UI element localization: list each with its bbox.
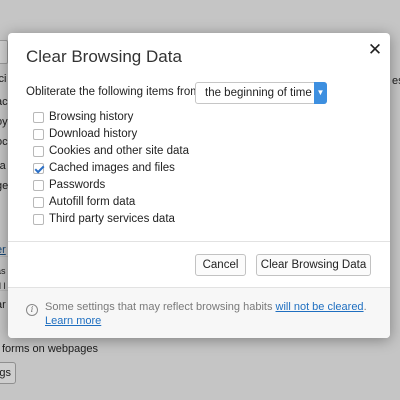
time-range-value: the beginning of time <box>205 87 312 99</box>
learn-more-link[interactable]: Learn more <box>45 315 101 327</box>
checkbox[interactable] <box>33 180 44 191</box>
checkbox[interactable] <box>33 129 44 140</box>
clear-item-label: Download history <box>49 128 138 140</box>
footer-note-text: Some settings that may reflect browsing … <box>45 301 276 313</box>
clear-item-option[interactable]: Third party services data <box>33 212 283 229</box>
clear-item-option[interactable]: Autofill form data <box>33 195 283 212</box>
checkbox[interactable] <box>33 146 44 157</box>
clear-item-label: Cached images and files <box>49 162 175 174</box>
checkbox[interactable] <box>33 112 44 123</box>
clear-item-label: Third party services data <box>49 213 175 225</box>
dialog-title: Clear Browsing Data <box>26 47 182 66</box>
info-icon: i <box>26 304 38 316</box>
time-range-row: Obliterate the following items from: the… <box>26 82 376 104</box>
will-not-be-cleared-link[interactable]: will not be cleared <box>276 301 364 313</box>
time-range-select[interactable]: the beginning of time ▼ <box>195 82 327 104</box>
footer-divider <box>8 287 390 288</box>
footer-note-period: . <box>363 301 367 313</box>
clear-item-label: Browsing history <box>49 111 134 123</box>
dialog-footer: i Some settings that may reflect browsin… <box>8 287 390 338</box>
clear-item-label: Autofill form data <box>49 196 136 208</box>
clear-browsing-data-button[interactable]: Clear Browsing Data <box>256 254 371 276</box>
cancel-button[interactable]: Cancel <box>195 254 246 276</box>
clear-items-list: Browsing history Download history Cookies … <box>33 110 283 229</box>
clear-item-label: Cookies and other site data <box>49 145 190 157</box>
checkbox-checked[interactable] <box>33 163 44 174</box>
time-range-label: Obliterate the following items from: <box>26 86 204 98</box>
checkbox[interactable] <box>33 214 44 225</box>
chevron-down-icon: ▼ <box>314 82 327 104</box>
clear-item-option[interactable]: Download history <box>33 127 283 144</box>
clear-item-option[interactable]: Passwords <box>33 178 283 195</box>
clear-item-option[interactable]: Cookies and other site data <box>33 144 283 161</box>
clear-item-option[interactable]: Browsing history <box>33 110 283 127</box>
clear-item-option[interactable]: Cached images and files <box>33 161 283 178</box>
footer-note: Some settings that may reflect browsing … <box>45 300 375 328</box>
checkbox[interactable] <box>33 197 44 208</box>
clear-browsing-data-dialog: Clear Browsing Data ✕ Obliterate the fol… <box>8 33 390 338</box>
close-icon[interactable]: ✕ <box>365 40 385 60</box>
clear-item-label: Passwords <box>49 179 106 191</box>
dialog-divider <box>8 241 390 242</box>
